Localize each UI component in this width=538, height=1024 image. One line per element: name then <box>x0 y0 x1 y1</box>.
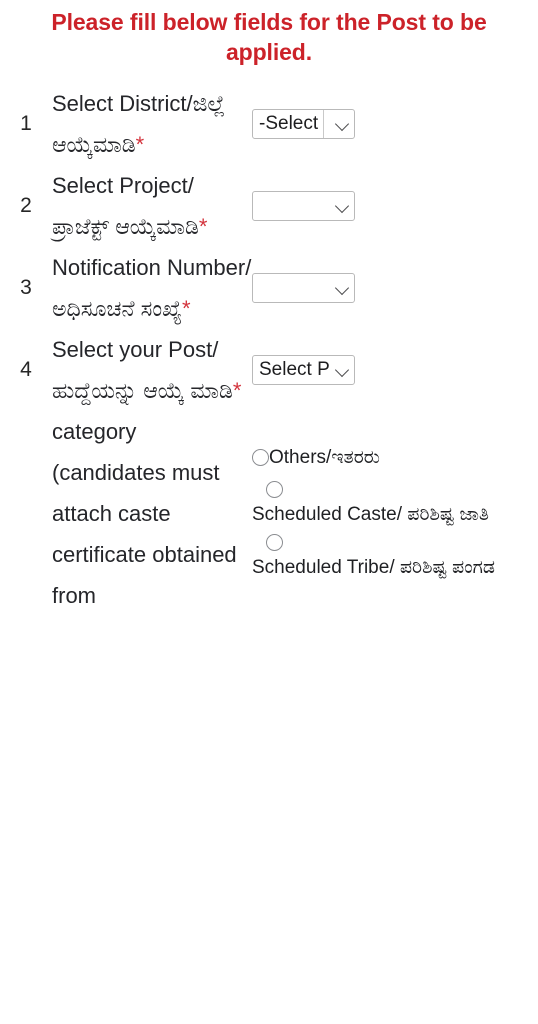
page-title: Please fill below fields for the Post to… <box>51 9 487 65</box>
chevron-down-icon <box>336 281 350 295</box>
district-select-value: -Select <box>259 110 325 138</box>
post-select-value: Select P <box>259 359 330 380</box>
row-control: Others/ಇತರರು Scheduled Caste/ ಪರಿಶಿಷ್ಟ ಜ… <box>252 411 538 616</box>
table-row: 1 Select District/ಜಿಲ್ಲೆ ಆಯ್ಕೆಮಾಡಿ* -Sel… <box>0 83 538 165</box>
radio-label: Others/ಇತರರು <box>269 446 380 468</box>
required-asterisk: * <box>182 296 191 321</box>
required-asterisk: * <box>232 378 242 403</box>
post-select[interactable]: Select P <box>252 355 355 385</box>
table-row: category (candidates must attach caste c… <box>0 411 538 616</box>
table-row: 3 Notification Number/ ಅಧಿಸೂಚನೆ ಸಂಖ್ಯೆ* <box>0 247 538 329</box>
form-page: Please fill below fields for the Post to… <box>0 0 538 1024</box>
row-number <box>0 411 52 616</box>
form-rows: 1 Select District/ಜಿಲ್ಲೆ ಆಯ್ಕೆಮಾಡಿ* -Sel… <box>0 83 538 616</box>
row-control <box>252 165 538 247</box>
category-radio-group: Others/ಇತರರು Scheduled Caste/ ಪರಿಶಿಷ್ಟ ಜ… <box>252 441 538 581</box>
district-select[interactable]: -Select <box>252 109 355 139</box>
chevron-down-icon <box>336 199 350 213</box>
radio-circle-icon[interactable] <box>252 449 269 466</box>
notification-number-select[interactable] <box>252 273 355 303</box>
row-label-text: Select Project/ ಪ್ರಾಜೆಕ್ಟ್ ಆಯ್ಕೆಮಾಡಿ <box>52 173 199 239</box>
row-label: Select your Post/ ಹುದ್ದೆಯನ್ನು ಆಯ್ಕೆ ಮಾಡಿ… <box>52 329 252 411</box>
row-number: 2 <box>0 165 52 247</box>
chevron-down-icon <box>336 363 350 377</box>
row-number: 1 <box>0 83 52 165</box>
row-label: Notification Number/ ಅಧಿಸೂಚನೆ ಸಂಖ್ಯೆ* <box>52 247 252 329</box>
radio-option-scheduled-tribe[interactable]: Scheduled Tribe/ ಪರಿಶಿಷ್ಟ ಪಂಗಡ <box>252 533 538 581</box>
row-label-text: Notification Number/ ಅಧಿಸೂಚನೆ ಸಂಖ್ಯೆ <box>52 255 252 321</box>
row-control: -Select <box>252 83 538 165</box>
row-number: 3 <box>0 247 52 329</box>
table-row: 4 Select your Post/ ಹುದ್ದೆಯನ್ನು ಆಯ್ಕೆ ಮಾ… <box>0 329 538 411</box>
row-label: category (candidates must attach caste c… <box>52 411 252 616</box>
required-asterisk: * <box>198 214 208 239</box>
radio-label: Scheduled Tribe/ ಪರಿಶಿಷ್ಟ ಪಂಗಡ <box>252 556 496 578</box>
row-label: Select District/ಜಿಲ್ಲೆ ಆಯ್ಕೆಮಾಡಿ* <box>52 83 252 165</box>
row-control <box>252 247 538 329</box>
radio-option-scheduled-caste[interactable]: Scheduled Caste/ ಪರಿಶಿಷ್ಟ ಜಾತಿ <box>252 480 538 528</box>
required-asterisk: * <box>135 132 145 157</box>
application-form-table: 1 Select District/ಜಿಲ್ಲೆ ಆಯ್ಕೆಮಾಡಿ* -Sel… <box>0 83 538 616</box>
radio-circle-icon[interactable] <box>266 480 283 498</box>
row-label-text: category (candidates must attach caste c… <box>52 419 237 608</box>
chevron-down-icon <box>336 117 350 131</box>
radio-label: Scheduled Caste/ ಪರಿಶಿಷ್ಟ ಜಾತಿ <box>252 503 490 525</box>
radio-option-others[interactable]: Others/ಇತರರು <box>252 445 538 471</box>
row-number: 4 <box>0 329 52 411</box>
row-control: Select P <box>252 329 538 411</box>
row-label: Select Project/ ಪ್ರಾಜೆಕ್ಟ್ ಆಯ್ಕೆಮಾಡಿ* <box>52 165 252 247</box>
table-row: 2 Select Project/ ಪ್ರಾಜೆಕ್ಟ್ ಆಯ್ಕೆಮಾಡಿ* <box>0 165 538 247</box>
radio-circle-icon[interactable] <box>266 533 283 551</box>
project-select[interactable] <box>252 191 355 221</box>
row-label-text: Select your Post/ ಹುದ್ದೆಯನ್ನು ಆಯ್ಕೆ ಮಾಡಿ <box>52 337 233 403</box>
